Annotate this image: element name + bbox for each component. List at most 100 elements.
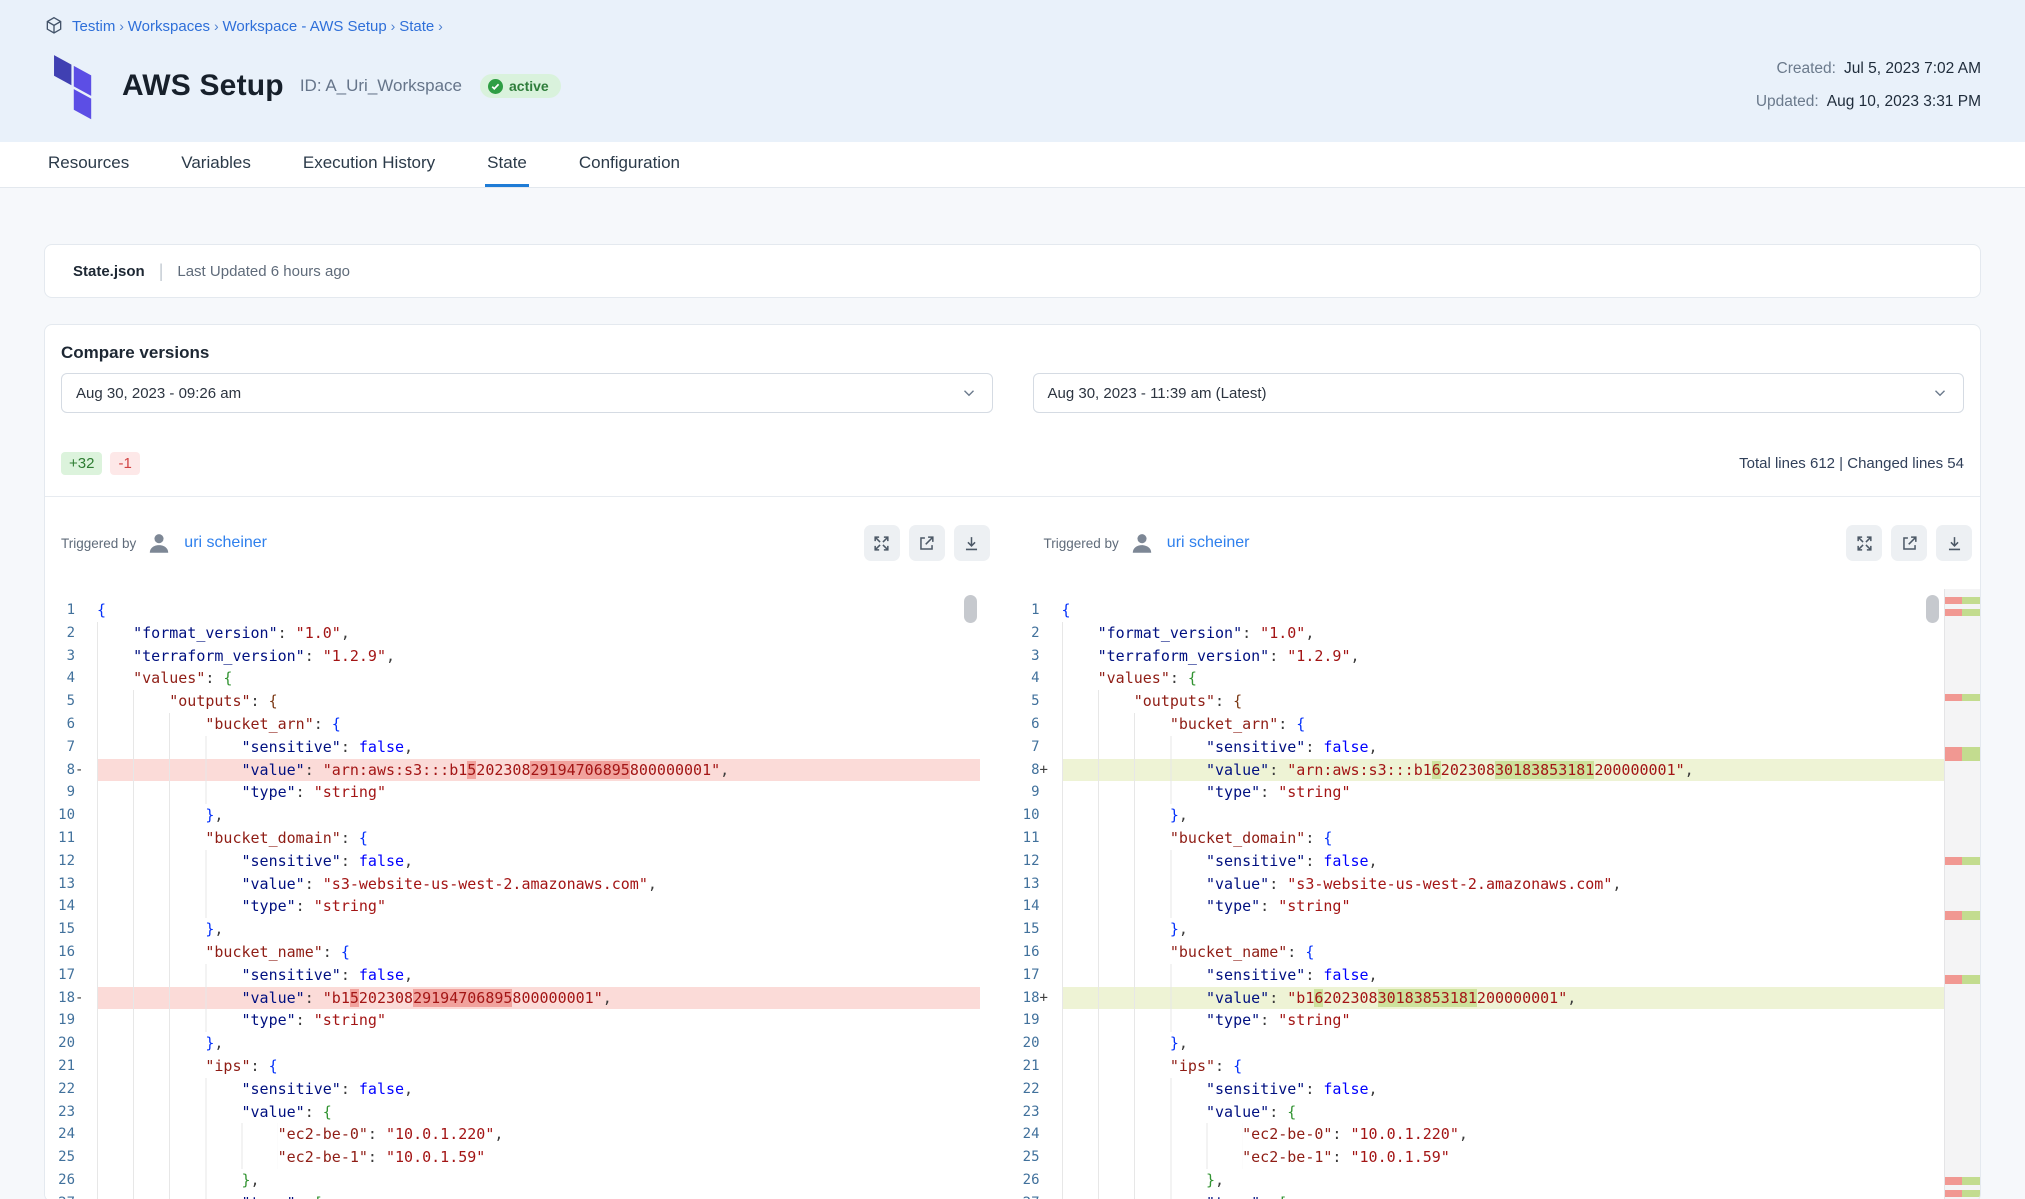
page-header: Testim › Workspaces › Workspace - AWS Se…: [0, 0, 2025, 142]
line-number-gutter: 10: [1010, 804, 1054, 827]
status-text: active: [509, 78, 549, 94]
expand-button[interactable]: [864, 525, 900, 561]
code-line: 8+"value": "arn:aws:s3:::b16202308301838…: [1010, 759, 1945, 782]
line-number: 5: [1031, 690, 1039, 713]
tab-variables[interactable]: Variables: [179, 142, 253, 187]
code-text: "type": "string": [97, 895, 980, 918]
download-button[interactable]: [1936, 525, 1972, 561]
line-number-gutter: 5: [1010, 690, 1054, 713]
breadcrumb-separator-icon: ›: [434, 18, 443, 34]
line-number: 23: [1023, 1101, 1040, 1124]
diff-marker: [1040, 599, 1054, 622]
breadcrumb-link[interactable]: State: [399, 18, 434, 35]
diff-pane-old: 1{2"format_version": "1.0",3"terraform_v…: [45, 589, 980, 1199]
diff-marker: [75, 1032, 89, 1055]
line-number-gutter: 11: [1010, 827, 1054, 850]
line-number-gutter: 24: [45, 1123, 89, 1146]
code-line: 21"ips": {: [1010, 1055, 1945, 1078]
expand-button[interactable]: [1846, 525, 1882, 561]
line-number: 27: [58, 1192, 75, 1199]
created-value: Jul 5, 2023 7:02 AM: [1844, 60, 1981, 77]
diff-totals: Total lines 612 | Changed lines 54: [1739, 455, 1964, 472]
line-number-gutter: 18-: [45, 987, 89, 1010]
diff-marker: [1040, 1055, 1054, 1078]
code-line: 13"value": "s3-website-us-west-2.amazona…: [45, 873, 980, 896]
code-text: },: [1062, 1032, 1945, 1055]
line-number: 8: [67, 759, 75, 782]
state-file-last-updated: Last Updated 6 hours ago: [177, 263, 350, 280]
triggered-by-user-link[interactable]: uri scheiner: [1167, 534, 1250, 552]
line-number: 2: [1031, 622, 1039, 645]
code-text: "ec2-be-0": "10.0.1.220",: [1062, 1123, 1945, 1146]
code-text: "type": "string": [1062, 895, 1945, 918]
code-text: "type": [: [1062, 1192, 1945, 1199]
line-number-gutter: 26: [45, 1169, 89, 1192]
breadcrumb-link[interactable]: Workspace - AWS Setup: [223, 18, 387, 35]
code-text: "value": "arn:aws:s3:::b1520230829194706…: [97, 759, 980, 782]
triggered-by-label: Triggered by: [1044, 536, 1119, 551]
code-line: 26},: [1010, 1169, 1945, 1192]
tab-resources[interactable]: Resources: [46, 142, 131, 187]
version-select-right[interactable]: Aug 30, 2023 - 11:39 am (Latest): [1033, 373, 1965, 413]
code-text: "bucket_arn": {: [1062, 713, 1945, 736]
code-line: 5"outputs": {: [1010, 690, 1945, 713]
diff-marker: [1040, 827, 1054, 850]
code-text: "sensitive": false,: [97, 964, 980, 987]
code-line: 23"value": {: [45, 1101, 980, 1124]
code-line: 9"type": "string": [45, 781, 980, 804]
minimap-change-stripe: [1945, 609, 1980, 616]
diff-marker: [75, 1055, 89, 1078]
code-text: "sensitive": false,: [1062, 1078, 1945, 1101]
diff-marker: [75, 781, 89, 804]
line-number: 16: [1023, 941, 1040, 964]
line-number-gutter: 9: [45, 781, 89, 804]
code-text: },: [97, 918, 980, 941]
line-number-gutter: 12: [45, 850, 89, 873]
download-button[interactable]: [954, 525, 990, 561]
code-text: "value": "s3-website-us-west-2.amazonaws…: [1062, 873, 1945, 896]
line-number-gutter: 13: [1010, 873, 1054, 896]
code-line: 24 "ec2-be-0": "10.0.1.220",: [45, 1123, 980, 1146]
open-external-button[interactable]: [1891, 525, 1927, 561]
code-text: "type": "string": [1062, 781, 1945, 804]
diff-marker: -: [75, 759, 89, 782]
triggered-by-user-link[interactable]: uri scheiner: [184, 534, 267, 552]
open-external-button[interactable]: [909, 525, 945, 561]
line-number-gutter: 13: [45, 873, 89, 896]
diff-minimap[interactable]: [1944, 589, 1980, 1199]
code-line: 12"sensitive": false,: [1010, 850, 1945, 873]
line-number-gutter: 1: [1010, 599, 1054, 622]
line-number-gutter: 23: [1010, 1101, 1054, 1124]
code-text: "format_version": "1.0",: [1062, 622, 1945, 645]
external-link-icon: [917, 534, 936, 553]
code-text: "value": "arn:aws:s3:::b1620230830183853…: [1062, 759, 1945, 782]
line-number: 12: [58, 850, 75, 873]
line-number: 4: [1031, 667, 1039, 690]
diff-marker: [75, 622, 89, 645]
code-line: 11"bucket_domain": {: [1010, 827, 1945, 850]
line-number-gutter: 16: [45, 941, 89, 964]
scrollbar-thumb[interactable]: [1926, 595, 1939, 623]
scrollbar-thumb[interactable]: [964, 595, 977, 623]
diff-marker: [75, 645, 89, 668]
chevron-down-icon: [1931, 384, 1949, 402]
diff-marker: [1040, 964, 1054, 987]
tab-configuration[interactable]: Configuration: [577, 142, 682, 187]
version-select-left[interactable]: Aug 30, 2023 - 09:26 am: [61, 373, 993, 413]
breadcrumb-link[interactable]: Workspaces: [128, 18, 210, 35]
tab-execution-history[interactable]: Execution History: [301, 142, 437, 187]
code-text: "ec2-be-0": "10.0.1.220",: [97, 1123, 980, 1146]
line-number: 26: [1023, 1169, 1040, 1192]
line-number-gutter: 4: [1010, 667, 1054, 690]
line-number-gutter: 15: [45, 918, 89, 941]
line-number: 7: [67, 736, 75, 759]
line-number: 6: [67, 713, 75, 736]
code-text: "bucket_name": {: [97, 941, 980, 964]
tab-state[interactable]: State: [485, 142, 529, 187]
line-number: 3: [67, 645, 75, 668]
code-line: 27"type": [: [45, 1192, 980, 1199]
breadcrumb-link[interactable]: Testim: [72, 18, 115, 35]
code-text: "outputs": {: [97, 690, 980, 713]
line-number-gutter: 14: [1010, 895, 1054, 918]
line-number: 23: [58, 1101, 75, 1124]
